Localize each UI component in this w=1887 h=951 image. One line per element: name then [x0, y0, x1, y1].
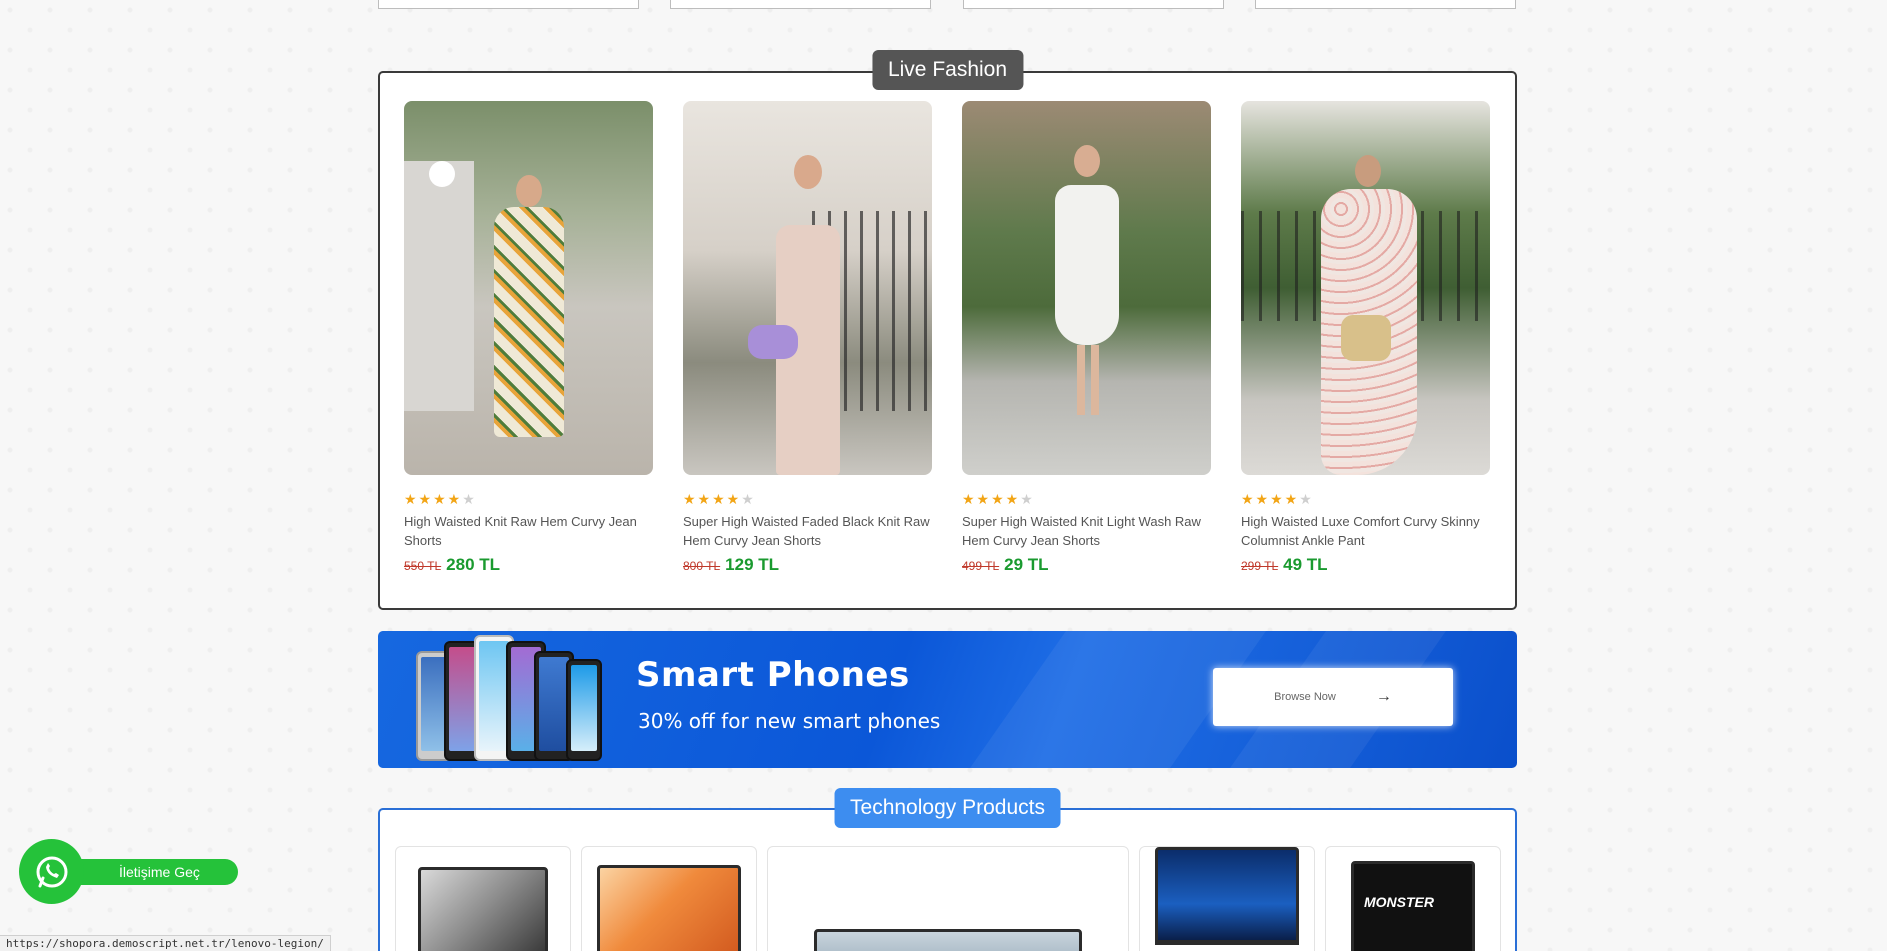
rating-stars: ★★★★★ [404, 491, 477, 507]
previous-card [378, 0, 639, 9]
whatsapp-contact-button[interactable]: İletişime Geç [19, 839, 238, 904]
product-card[interactable] [1139, 846, 1315, 951]
product-image[interactable] [683, 101, 932, 475]
old-price: 550 TL [404, 559, 442, 573]
product-image[interactable] [962, 101, 1211, 475]
product-card[interactable]: ★★★★★ High Waisted Luxe Comfort Curvy Sk… [1241, 101, 1490, 575]
banner-subtitle: 30% off for new smart phones [638, 709, 941, 733]
product-list: ★★★★★ High Waisted Knit Raw Hem Curvy Je… [404, 101, 1491, 575]
browse-now-button[interactable]: Browse Now → [1213, 668, 1453, 726]
banner-title: Smart Phones [636, 655, 910, 695]
rating-stars: ★★★★★ [962, 491, 1035, 507]
previous-section-bottom [378, 0, 1517, 9]
previous-card [1255, 0, 1516, 9]
product-list: MONSTER [395, 846, 1501, 951]
whatsapp-label[interactable]: İletişime Geç [59, 859, 238, 885]
live-fashion-section: Live Fashion ★★★★★ High Waisted Knit Raw… [378, 50, 1517, 610]
price: 280 TL [446, 555, 501, 574]
product-name[interactable]: Super High Waisted Knit Light Wash Raw H… [962, 512, 1211, 550]
product-card[interactable]: ★★★★★ Super High Waisted Faded Black Kni… [683, 101, 932, 575]
technology-products-section: Technology Products MONSTER [378, 788, 1517, 951]
old-price: 499 TL [962, 559, 1000, 573]
price: 29 TL [1004, 555, 1049, 574]
price: 49 TL [1283, 555, 1328, 574]
product-card[interactable] [581, 846, 757, 951]
product-card[interactable] [767, 846, 1129, 951]
price: 129 TL [725, 555, 780, 574]
previous-card [963, 0, 1224, 9]
smart-phones-banner[interactable]: Smart Phones 30% off for new smart phone… [378, 631, 1517, 768]
browse-now-label: Browse Now [1274, 691, 1336, 703]
section-title: Live Fashion [871, 50, 1024, 90]
arrow-right-icon: → [1375, 688, 1392, 705]
product-image[interactable] [404, 101, 653, 475]
previous-card [670, 0, 931, 9]
product-card[interactable]: ★★★★★ Super High Waisted Knit Light Wash… [962, 101, 1211, 575]
product-card[interactable] [395, 846, 571, 951]
rating-stars: ★★★★★ [1241, 491, 1314, 507]
product-card[interactable]: MONSTER [1325, 846, 1501, 951]
phones-image [416, 635, 616, 761]
product-card[interactable]: ★★★★★ High Waisted Knit Raw Hem Curvy Je… [404, 101, 653, 575]
rating-stars: ★★★★★ [683, 491, 756, 507]
product-name[interactable]: High Waisted Knit Raw Hem Curvy Jean Sho… [404, 512, 653, 550]
old-price: 800 TL [683, 559, 721, 573]
status-url: https://shopora.demoscript.net.tr/lenovo… [0, 935, 331, 951]
product-name[interactable]: High Waisted Luxe Comfort Curvy Skinny C… [1241, 512, 1490, 550]
whatsapp-icon[interactable] [19, 839, 84, 904]
section-title: Technology Products [834, 788, 1061, 828]
old-price: 299 TL [1241, 559, 1279, 573]
product-image[interactable] [1241, 101, 1490, 475]
product-name[interactable]: Super High Waisted Faded Black Knit Raw … [683, 512, 932, 550]
